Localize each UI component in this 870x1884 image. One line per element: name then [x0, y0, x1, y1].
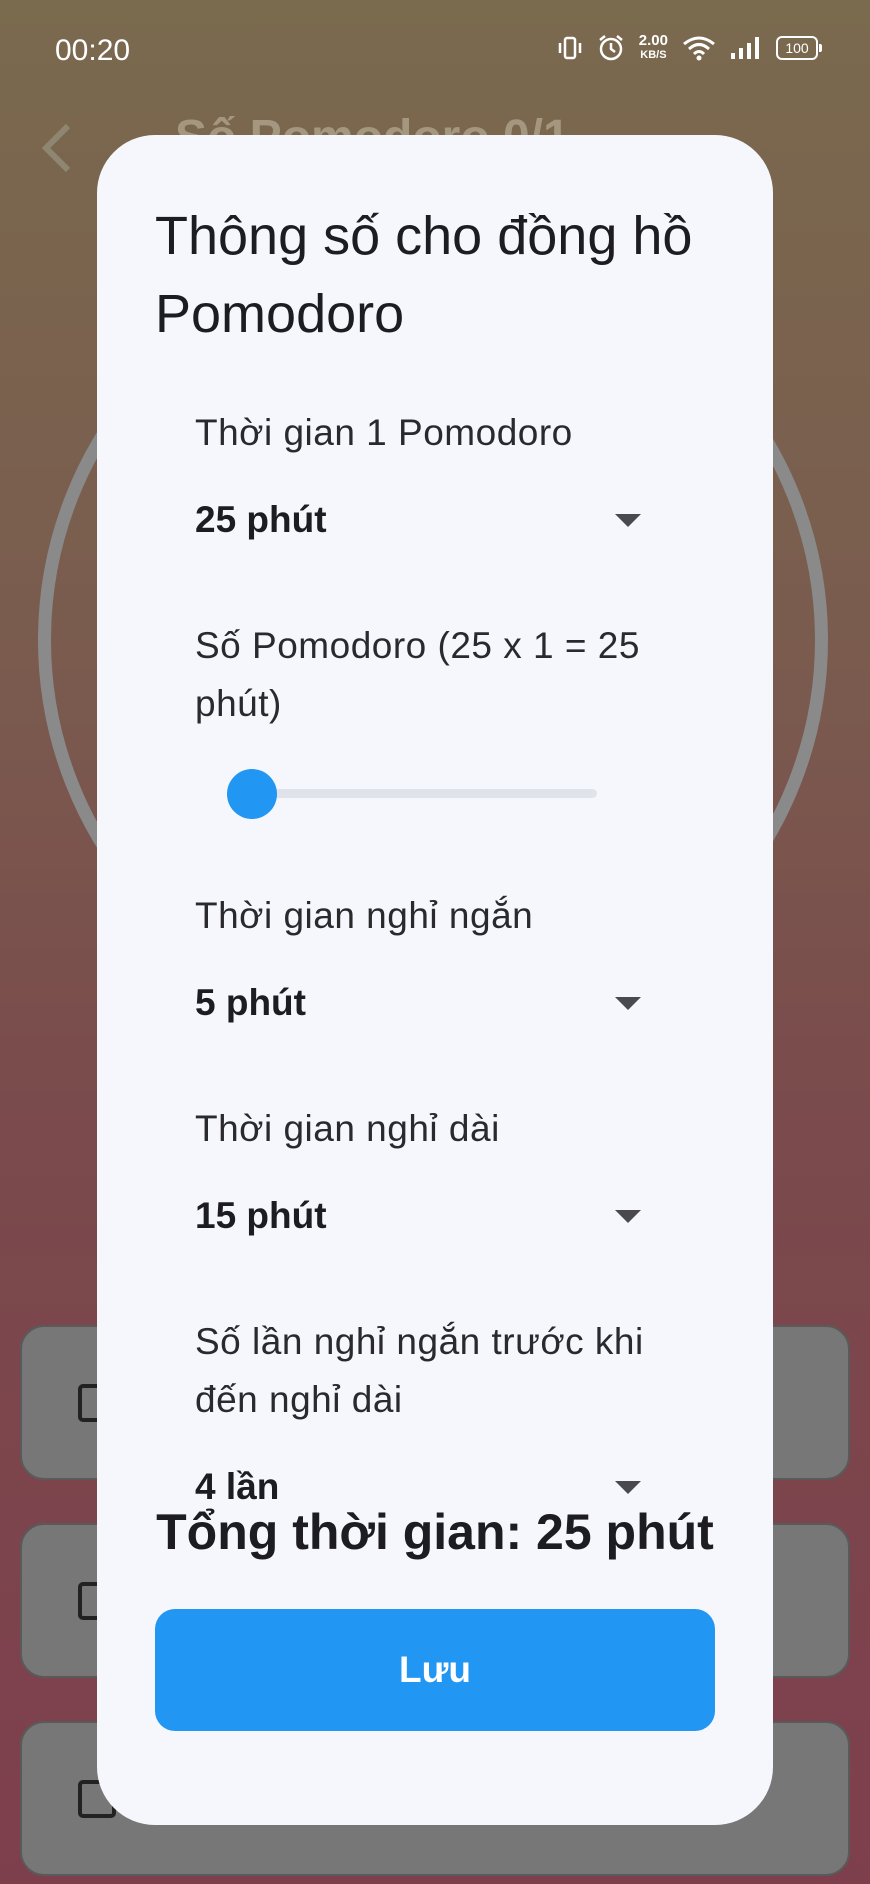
pomodoro-count-slider-track[interactable] — [247, 789, 597, 798]
short-break-dropdown[interactable]: 5 phút — [195, 973, 641, 1033]
short-break-value: 5 phút — [195, 982, 306, 1023]
pomodoro-count-slider-thumb[interactable] — [227, 769, 277, 819]
dropdown-arrow-icon — [615, 514, 641, 527]
network-speed: 2.00 KB/S — [638, 32, 668, 62]
total-time: Tổng thời gian: 25 phút — [156, 1504, 714, 1560]
wifi-icon — [683, 36, 715, 61]
short-break-label: Thời gian nghỉ ngắn — [195, 895, 534, 936]
signal-icon — [731, 37, 759, 59]
save-button[interactable]: Lưu — [155, 1609, 715, 1731]
alarm-icon — [599, 35, 623, 61]
long-break-value: 15 phút — [195, 1195, 327, 1236]
pomodoro-duration-dropdown[interactable]: 25 phút — [195, 490, 641, 550]
pomodoro-duration-value: 25 phút — [195, 499, 327, 540]
back-arrow-icon[interactable] — [36, 120, 76, 176]
breaks-before-long-label: Số lần nghỉ ngắn trước khi đến nghỉ dài — [195, 1321, 644, 1420]
pomodoro-count-label: Số Pomodoro (25 x 1 = 25 phút) — [195, 625, 640, 724]
dropdown-arrow-icon — [615, 1210, 641, 1223]
dialog-title: Thông số cho đồng hồ Pomodoro — [155, 206, 693, 344]
long-break-dropdown[interactable]: 15 phút — [195, 1186, 641, 1246]
long-break-label: Thời gian nghỉ dài — [195, 1108, 500, 1149]
status-time: 00:20 — [55, 34, 131, 67]
status-bar: 00:20 2.00 KB/S 100 — [0, 0, 870, 104]
network-speed-value: 2.00 — [638, 32, 668, 49]
vibrate-icon — [558, 36, 582, 60]
dropdown-arrow-icon — [615, 1481, 641, 1494]
network-speed-unit: KB/S — [640, 49, 667, 61]
status-icons: 2.00 KB/S 100 — [557, 32, 822, 62]
pomodoro-settings-dialog: Thông số cho đồng hồ Pomodoro Thời gian … — [97, 135, 773, 1825]
pomodoro-duration-label: Thời gian 1 Pomodoro — [195, 412, 573, 453]
battery-icon: 100 — [776, 36, 822, 60]
dropdown-arrow-icon — [615, 997, 641, 1010]
